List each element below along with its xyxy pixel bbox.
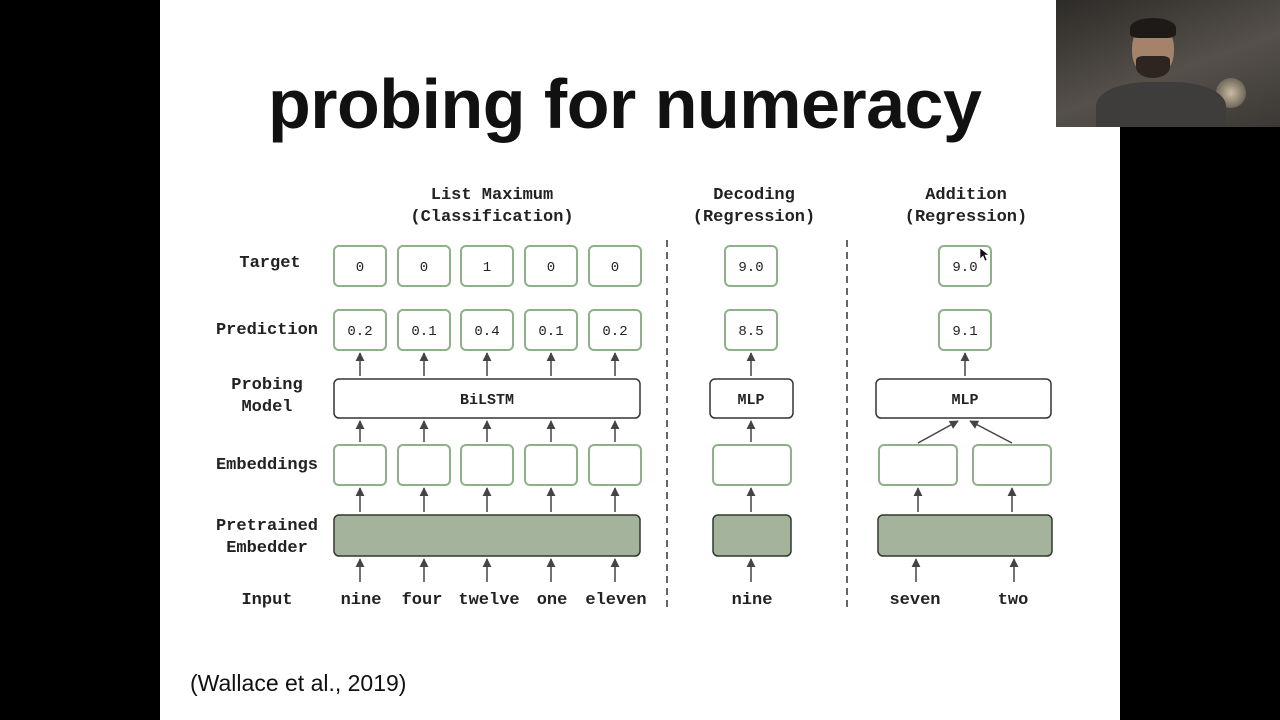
row-label-prediction: Prediction — [216, 321, 318, 340]
row-label-pretrained: Pretrained — [216, 517, 318, 536]
pretrained-embedder-box — [877, 514, 1053, 557]
prediction-value: 0.1 — [411, 324, 436, 340]
decoding-subtitle: (Regression) — [693, 208, 815, 227]
mlp-label: MLP — [951, 392, 978, 409]
citation: (Wallace et al., 2019) — [190, 670, 407, 696]
embedding-box — [588, 444, 642, 486]
list-maximum-subtitle: (Classification) — [410, 208, 573, 227]
arrow — [969, 420, 1013, 444]
input-word: nine — [732, 591, 773, 610]
input-word: four — [402, 591, 443, 610]
embedding-box — [460, 444, 514, 486]
row-label-probing: Probing — [231, 376, 302, 395]
target-value: 9.0 — [738, 260, 763, 276]
embedding-box — [397, 444, 451, 486]
row-label-input: Input — [241, 591, 292, 610]
row-label-embeddings: Embeddings — [216, 456, 318, 475]
prediction-value: 9.1 — [952, 324, 977, 340]
embedding-box — [972, 444, 1052, 486]
decoding-title: Decoding — [713, 186, 795, 205]
list-maximum-title: List Maximum — [431, 186, 553, 205]
prediction-value: 0.1 — [538, 324, 563, 340]
row-label-model: Model — [241, 398, 292, 417]
target-value: 9.0 — [952, 260, 977, 276]
probing-diagram: List Maximum (Classification) Decoding (… — [216, 186, 1053, 612]
pretrained-embedder-box — [712, 514, 792, 557]
input-word: twelve — [458, 591, 519, 610]
input-word: two — [998, 591, 1029, 610]
embedding-box — [878, 444, 958, 486]
target-value: 1 — [483, 260, 491, 276]
target-value: 0 — [611, 260, 619, 276]
input-word: one — [537, 591, 568, 610]
prediction-value: 0.2 — [602, 324, 627, 340]
decoding-section: 9.0 8.5 MLP nine — [709, 245, 794, 610]
input-word: eleven — [585, 591, 646, 610]
addition-subtitle: (Regression) — [905, 208, 1027, 227]
row-label-embedder: Embedder — [226, 539, 308, 558]
list-maximum-section: 0 0 1 0 0 0.2 0.1 0.4 0.1 0.2 BiLSTM nin… — [333, 245, 647, 610]
prediction-value: 0.4 — [474, 324, 499, 340]
embedding-box — [524, 444, 578, 486]
target-value: 0 — [547, 260, 555, 276]
arrow — [917, 420, 959, 444]
addition-title: Addition — [925, 186, 1007, 205]
prediction-value: 8.5 — [738, 324, 763, 340]
input-word: nine — [341, 591, 382, 610]
target-value: 0 — [356, 260, 364, 276]
pretrained-embedder-box — [333, 514, 641, 557]
target-value: 0 — [420, 260, 428, 276]
embedding-box — [712, 444, 792, 486]
input-word: seven — [889, 591, 940, 610]
mlp-label: MLP — [737, 392, 764, 409]
prediction-value: 0.2 — [347, 324, 372, 340]
row-label-target: Target — [239, 254, 300, 273]
addition-section: 9.0 9.1 MLP seven two — [875, 245, 1053, 610]
bilstm-label: BiLSTM — [460, 392, 514, 409]
embedding-box — [333, 444, 387, 486]
